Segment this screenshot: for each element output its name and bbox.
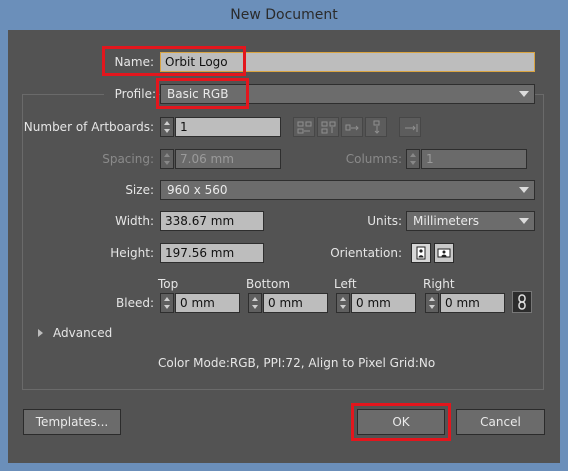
height-label: Height: (110, 246, 154, 260)
chevron-down-icon (519, 218, 529, 224)
orientation-label: Orientation: (330, 246, 402, 260)
name-input[interactable]: Orbit Logo (160, 52, 535, 72)
bleed-right-label: Right (423, 277, 455, 291)
size-select[interactable]: 960 x 560 (160, 180, 535, 200)
portrait-orientation-button[interactable] (411, 243, 431, 263)
columns-label: Columns: (345, 152, 402, 166)
spacing-stepper[interactable] (160, 149, 174, 169)
profile-select[interactable]: Basic RGB (160, 84, 535, 104)
artboards-label: Number of Artboards: (23, 120, 154, 134)
chevron-down-icon (519, 91, 529, 97)
advanced-toggle[interactable]: Advanced (53, 326, 112, 340)
bleed-top-stepper[interactable] (160, 293, 174, 313)
expand-triangle-icon[interactable] (38, 329, 43, 337)
bleed-top-input[interactable]: 0 mm (175, 293, 240, 313)
document-summary: Color Mode:RGB, PPI:72, Align to Pixel G… (158, 356, 436, 370)
link-bleed-button[interactable] (512, 291, 532, 313)
bleed-bottom-input[interactable]: 0 mm (263, 293, 328, 313)
bleed-right-stepper[interactable] (425, 293, 439, 313)
grid-by-row-icon[interactable] (293, 117, 315, 137)
columns-input[interactable]: 1 (421, 149, 527, 169)
templates-button[interactable]: Templates... (23, 409, 121, 435)
landscape-orientation-button[interactable] (434, 243, 454, 263)
artboards-stepper[interactable] (160, 117, 174, 137)
size-label: Size: (125, 183, 154, 197)
cancel-button[interactable]: Cancel (456, 409, 545, 435)
bleed-right-input[interactable]: 0 mm (440, 293, 505, 313)
height-input[interactable]: 197.56 mm (160, 243, 264, 263)
profile-group (22, 94, 544, 390)
bleed-top-label: Top (158, 277, 179, 291)
spacing-label: Spacing: (102, 152, 154, 166)
units-value: Millimeters (413, 214, 480, 228)
width-input[interactable]: 338.67 mm (160, 211, 264, 231)
window-title: New Document (230, 7, 338, 23)
bleed-left-label: Left (334, 277, 357, 291)
size-value: 960 x 560 (167, 183, 228, 197)
dialog-body: Name: Orbit Logo Profile: Basic RGB Numb… (8, 30, 560, 463)
name-label: Name: (114, 55, 154, 69)
units-label: Units: (367, 214, 402, 228)
profile-label: Profile: (104, 87, 158, 101)
spacing-input[interactable]: 7.06 mm (175, 149, 281, 169)
artboards-input[interactable]: 1 (175, 117, 281, 137)
chevron-down-icon (519, 187, 529, 193)
columns-stepper[interactable] (406, 149, 420, 169)
width-label: Width: (115, 214, 154, 228)
bleed-left-input[interactable]: 0 mm (351, 293, 416, 313)
landscape-icon (437, 248, 451, 258)
arrange-by-row-icon[interactable] (341, 117, 363, 137)
bleed-left-stepper[interactable] (336, 293, 350, 313)
arrange-by-column-icon[interactable] (365, 117, 387, 137)
ok-button[interactable]: OK (357, 409, 445, 435)
chain-link-icon (518, 294, 526, 310)
bleed-bottom-stepper[interactable] (248, 293, 262, 313)
bleed-label: Bleed: (116, 296, 154, 310)
bleed-bottom-label: Bottom (246, 277, 291, 291)
grid-by-column-icon[interactable] (317, 117, 339, 137)
profile-value: Basic RGB (167, 87, 229, 101)
portrait-icon (416, 246, 426, 260)
right-to-left-icon[interactable] (399, 117, 421, 137)
units-select[interactable]: Millimeters (406, 211, 535, 231)
